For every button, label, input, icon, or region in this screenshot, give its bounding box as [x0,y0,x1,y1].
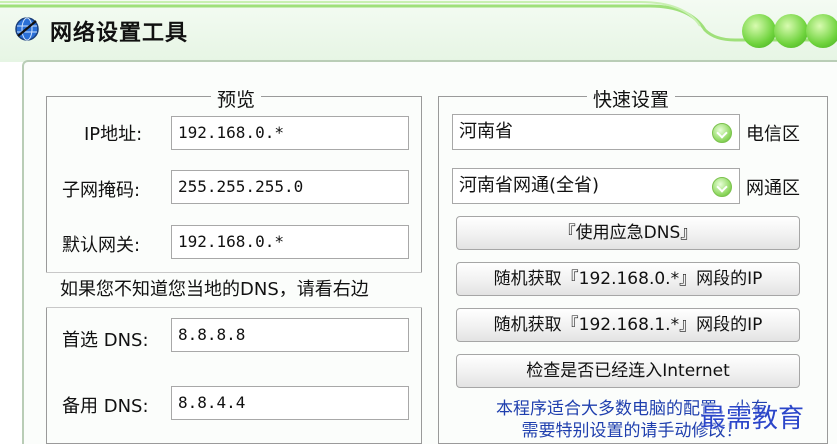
quick-settings-legend: 快速设置 [587,85,676,112]
check-internet-button[interactable]: 检查是否已经连入Internet [456,354,800,388]
title-bar: 网络设置工具 [0,0,837,62]
watermark: 最需教育 [700,404,805,434]
mask-label: 子网掩码: [62,180,141,201]
netcom-zone-label: 网通区 [746,178,800,199]
telecom-zone-label: 电信区 [746,124,800,145]
ip-input[interactable]: 192.168.0.* [171,116,409,150]
primary-dns-label: 首选 DNS: [62,330,149,351]
app-globe-icon [15,17,39,41]
province-select[interactable]: 河南省 [452,114,740,150]
window-title: 网络设置工具 [50,21,189,46]
isp-select[interactable]: 河南省网通(全省) [452,168,740,204]
isp-dropdown-arrow-icon[interactable] [712,177,732,197]
secondary-dns-label: 备用 DNS: [62,396,149,417]
maximize-button[interactable] [774,14,808,48]
province-select-value: 河南省 [459,121,513,142]
random-ip-0-button[interactable]: 随机获取『192.168.0.*』网段的IP [456,262,800,296]
gateway-label: 默认网关: [62,235,141,256]
emergency-dns-button[interactable]: 『使用应急DNS』 [456,216,800,250]
minimize-button[interactable] [742,14,776,48]
ip-label: IP地址: [84,124,143,145]
isp-select-value: 河南省网通(全省) [459,175,600,196]
random-ip-1-button[interactable]: 随机获取『192.168.1.*』网段的IP [456,308,800,342]
primary-dns-input[interactable]: 8.8.8.8 [171,318,409,352]
close-button[interactable] [806,14,837,48]
dns-notice: 如果您不知道您当地的DNS，请看右边 [46,272,422,308]
province-dropdown-arrow-icon[interactable] [712,123,732,143]
mask-input[interactable]: 255.255.255.0 [171,170,409,204]
preview-legend: 预览 [211,85,262,112]
secondary-dns-input[interactable]: 8.8.4.4 [171,386,409,420]
gateway-input[interactable]: 192.168.0.* [171,225,409,259]
